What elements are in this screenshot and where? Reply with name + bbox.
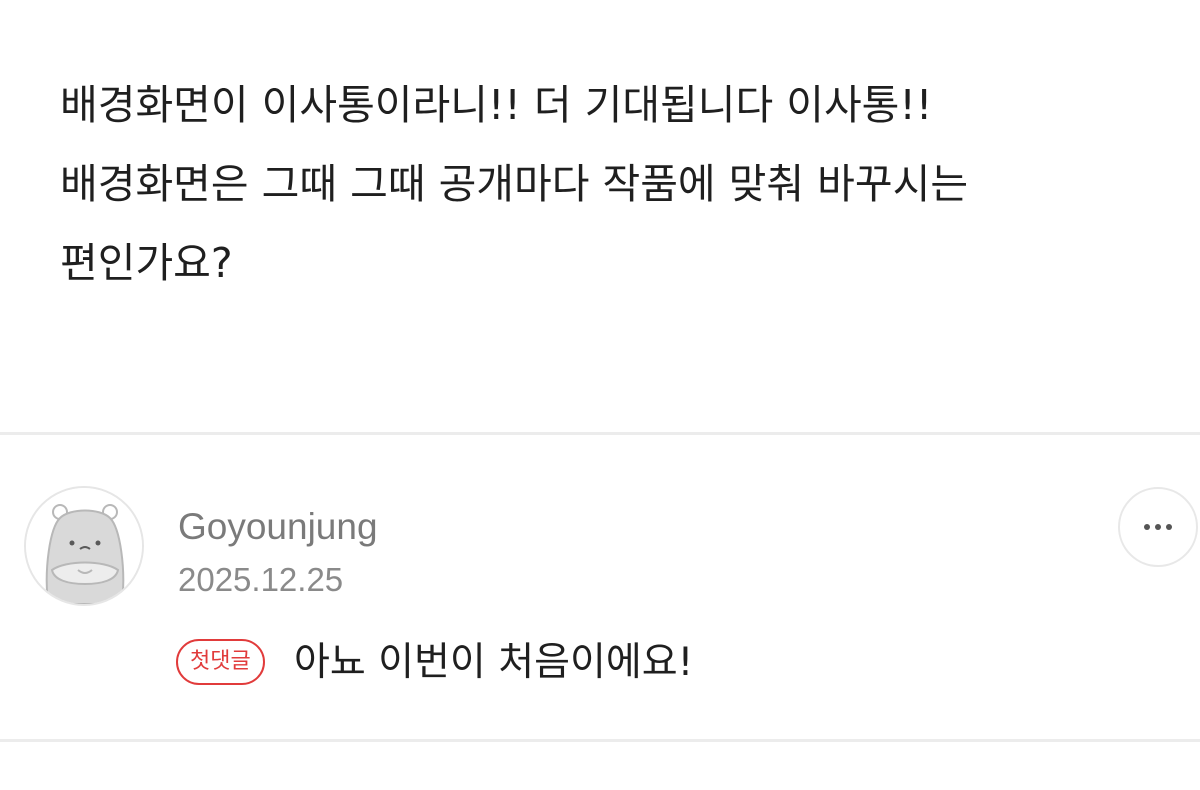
avatar[interactable] <box>24 486 144 606</box>
post-body: 배경화면이 이사통이라니!! 더 기대됩니다 이사통!! 배경화면은 그때 그때… <box>60 66 1160 303</box>
hamster-avatar-icon <box>26 488 142 604</box>
more-options-button[interactable] <box>1118 487 1198 567</box>
comment-author[interactable]: Goyounjung <box>178 503 378 551</box>
more-dots-icon <box>1144 524 1172 530</box>
divider <box>0 739 1200 742</box>
post-line: 편인가요? <box>60 239 233 287</box>
comment-text: 아뇨 이번이 처음이에요! <box>294 640 694 685</box>
divider <box>0 432 1200 435</box>
post-line: 배경화면이 이사통이라니!! 더 기대됩니다 이사통!! <box>60 81 933 129</box>
comment-page: 배경화면이 이사통이라니!! 더 기대됩니다 이사통!! 배경화면은 그때 그때… <box>0 0 1200 790</box>
post-line: 배경화면은 그때 그때 공개마다 작품에 맞춰 바꾸시는 <box>60 160 969 208</box>
first-comment-badge: 첫댓글 <box>176 639 265 685</box>
comment-date: 2025.12.25 <box>178 561 344 598</box>
